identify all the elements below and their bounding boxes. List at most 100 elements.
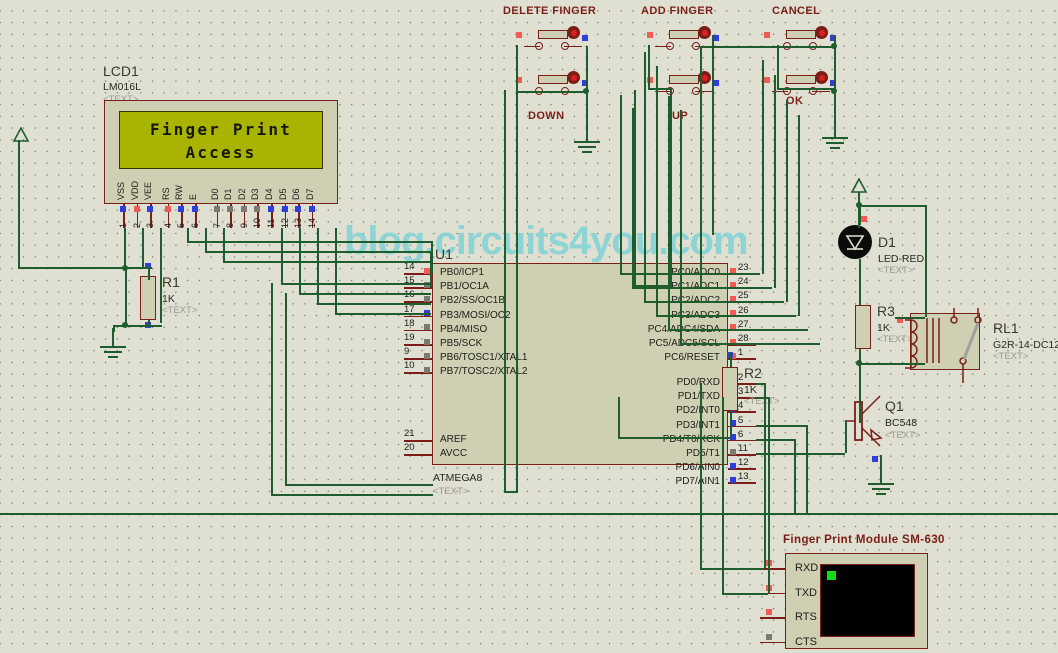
switch-bar xyxy=(538,75,568,84)
fp-module-pin-label-txd: TXD xyxy=(795,586,817,599)
mcu-pin-number-1: 1 xyxy=(738,347,744,359)
lcd-pin-square-13 xyxy=(295,206,302,212)
mcu-pin-label-pb7: PB7/TOSC2/XTAL2 xyxy=(440,366,528,378)
mcu-pin-number-25: 25 xyxy=(738,290,749,302)
mcu-pin-label-pc3: PC3/ADC3 xyxy=(0,310,720,321)
push-button-add-finger-0[interactable] xyxy=(655,26,713,56)
lcd-pin-square-10 xyxy=(254,206,261,212)
resistor-r1-text-tag: <TEXT> xyxy=(162,305,198,316)
lcd-pin-number-10: 10 xyxy=(252,217,263,228)
fp-module-status-led xyxy=(827,571,836,580)
fp-module-pin-leg-rts xyxy=(760,617,786,619)
switch-pin-right xyxy=(582,35,588,41)
switch-actuator-icon xyxy=(815,26,828,39)
push-button-delete-finger-1[interactable] xyxy=(524,71,582,101)
lcd-line-2: Access xyxy=(185,143,257,162)
switch-bar xyxy=(786,30,816,39)
relay-rl1-ref: RL1 xyxy=(993,320,1019,336)
lcd-pin-name-d3: D3 xyxy=(250,188,261,200)
lcd-pin-square-7 xyxy=(213,206,220,212)
mcu-pin-label-pd3: PD3/INT1 xyxy=(676,419,720,431)
lcd-pin-name-d6: D6 xyxy=(291,188,302,200)
mcu-pin-label-pd5: PD5/T1 xyxy=(686,448,720,459)
switch-bar xyxy=(669,75,699,84)
fp-module-pin-label-rxd: RXD xyxy=(795,562,819,574)
resistor-r1-body[interactable] xyxy=(140,276,156,320)
resistor-r1-ref: R1 xyxy=(162,274,180,290)
resistor-r2-body[interactable] xyxy=(722,367,738,411)
switch-wire-right xyxy=(564,45,582,47)
transistor-q1-part: BC548 xyxy=(885,417,918,429)
mcu-pin-label-pd2: PD2/INT0 xyxy=(676,405,720,417)
resistor-r1-value: 1K xyxy=(162,293,175,305)
lcd-pin-name-vee: VEE xyxy=(143,181,154,200)
push-button-cancel-0[interactable] xyxy=(772,26,830,56)
mcu-pin-number-5: 5 xyxy=(738,414,744,426)
led-d1-part: LED-RED xyxy=(878,253,925,265)
lcd-pin-square-1 xyxy=(120,206,126,212)
mcu-pin-number-24: 24 xyxy=(738,276,749,288)
switch-group-title-0: DELETE FINGER xyxy=(503,5,597,17)
schematic-canvas: blog.circuits4you.com LCD1 LM016L <TEXT>… xyxy=(0,0,1058,653)
fp-module-pin-square-cts xyxy=(766,633,772,640)
lcd-pin-number-4: 4 xyxy=(162,222,173,228)
lcd-pin-number-12: 12 xyxy=(279,217,290,228)
relay-rl1-part: G2R-14-DC12 xyxy=(993,339,1058,351)
resistor-r3-body[interactable] xyxy=(855,305,871,349)
frame-line-bottom xyxy=(0,513,1058,515)
transistor-q1-text-tag: <TEXT> xyxy=(885,430,921,441)
lcd-pin-name-d7: D7 xyxy=(304,188,315,200)
mcu-ref-label: U1 xyxy=(435,246,453,262)
led-d1-pin xyxy=(861,216,867,222)
mcu-pin-number-12: 12 xyxy=(738,457,749,469)
lcd-ref-label: LCD1 xyxy=(103,63,139,79)
led-d1-body[interactable] xyxy=(838,225,872,259)
switch-wire-left xyxy=(655,45,671,47)
lcd-pin-name-rs: RS xyxy=(160,187,171,200)
relay-internal-symbol-icon xyxy=(905,308,982,383)
switch-pin-left xyxy=(516,32,522,38)
lcd-pin-name-vdd: VDD xyxy=(129,180,140,200)
switch-actuator-icon xyxy=(698,26,711,39)
lcd-line-1: Finger Print xyxy=(150,120,292,139)
lcd-pin-number-5: 5 xyxy=(176,222,187,228)
resistor-r2-value: 1K xyxy=(744,384,757,396)
lcd-pin-number-9: 9 xyxy=(238,222,249,228)
mcu-pin-label-pd0: PD0/RXD xyxy=(676,377,720,388)
mcu-pin-number-6: 6 xyxy=(738,428,744,440)
mcu-pin-number-3: 3 xyxy=(738,386,744,398)
lcd-pin-name-vss: VSS xyxy=(116,181,126,200)
led-d1-text-tag: <TEXT> xyxy=(878,265,914,276)
lcd-pin-number-3: 3 xyxy=(145,222,156,228)
mcu-pin-label-pd1: PD1/TXD xyxy=(677,391,720,403)
switch-actuator-icon xyxy=(815,71,828,84)
lcd-pin-name-d1: D1 xyxy=(223,188,234,200)
switch-pin-right xyxy=(713,35,719,41)
switch-bar xyxy=(786,75,816,84)
lcd-pin-number-1: 1 xyxy=(118,222,128,228)
switch-group-title-2: CANCEL xyxy=(772,5,821,17)
switch-actuator-icon xyxy=(567,26,580,39)
lcd-pin-square-14 xyxy=(308,206,315,212)
push-button-delete-finger-0[interactable] xyxy=(524,26,582,56)
switch-bar xyxy=(669,30,699,39)
lcd-screen: Finger Print Access xyxy=(119,111,323,169)
lcd-pin-name-d2: D2 xyxy=(236,188,247,200)
switch-actuator-icon xyxy=(567,71,580,84)
mcu-pin-square-12 xyxy=(730,462,736,469)
lcd-pin-number-13: 13 xyxy=(293,217,304,228)
fp-module-title: Finger Print Module SM-630 xyxy=(783,534,945,546)
lcd-pin-name-d5: D5 xyxy=(277,188,288,200)
switch-wire-right xyxy=(695,90,713,92)
lcd-pin-square-2 xyxy=(133,206,140,212)
lcd-pin-square-3 xyxy=(147,206,154,212)
lcd-pin-square-4 xyxy=(164,206,171,212)
transistor-q1-ref: Q1 xyxy=(885,398,904,414)
mcu-pin-square-11 xyxy=(730,448,736,455)
mcu-pin-number-26: 26 xyxy=(738,304,749,316)
lcd-pin-name-rw: RW xyxy=(174,185,185,200)
transistor-q1-pin-emitter xyxy=(872,456,878,462)
lcd-pin-square-5 xyxy=(178,206,185,212)
mcu-pin-label-pd4: PD4/T0/XCK xyxy=(662,433,720,445)
lcd-pin-name-d0: D0 xyxy=(209,188,220,200)
